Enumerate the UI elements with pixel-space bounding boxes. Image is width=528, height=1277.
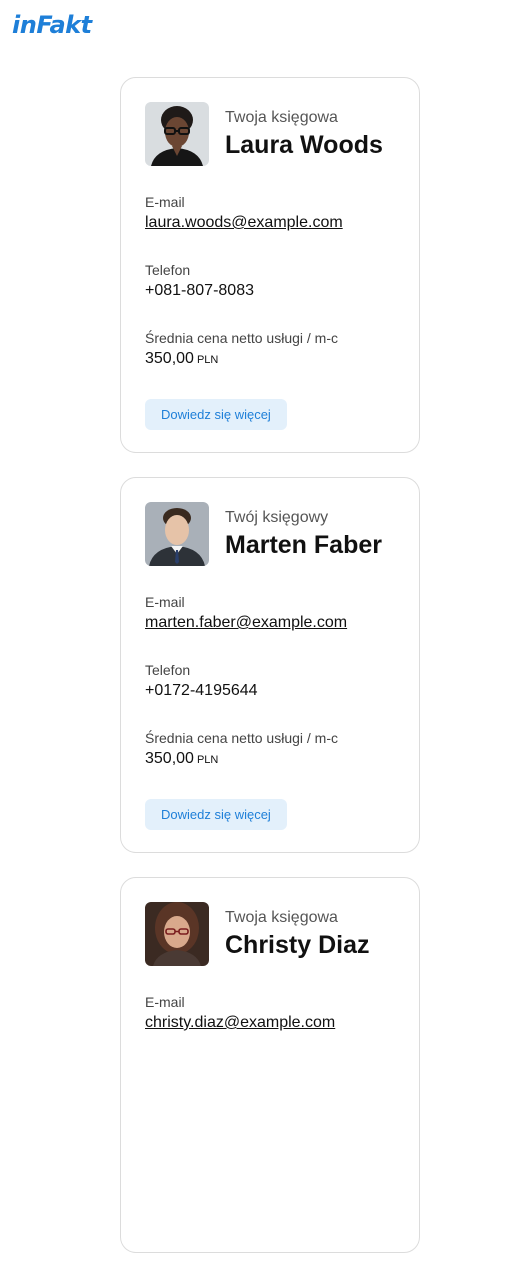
price-currency: PLN [196, 354, 219, 366]
learn-more-button[interactable]: Dowiedz się więcej [145, 799, 287, 830]
email-link[interactable]: marten.faber@example.com [145, 612, 395, 634]
email-field: E-mail christy.diaz@example.com [145, 992, 395, 1034]
accountant-name: Christy Diaz [225, 931, 370, 959]
accountant-role: Twój księgowy [225, 509, 329, 526]
price-label: Średnia cena netto usługi / m-c [145, 730, 338, 746]
card-header: Twoja księgowa Laura Woods [145, 102, 395, 166]
accountant-card-list: Twoja księgowa Laura Woods E-mail laura.… [120, 77, 420, 1277]
learn-more-button[interactable]: Dowiedz się więcej [145, 399, 287, 430]
phone-value: +081-807-8083 [145, 282, 254, 299]
avatar [145, 502, 209, 566]
accountant-name: Marten Faber [225, 531, 382, 559]
phone-label: Telefon [145, 662, 191, 678]
avatar [145, 902, 209, 966]
phone-value: +0172-4195644 [145, 682, 258, 699]
phone-label: Telefon [145, 262, 191, 278]
woman-brown-hair-avatar-icon [145, 902, 209, 966]
price-field: Średnia cena netto usługi / m-c 350,00 PL… [145, 328, 395, 371]
email-link[interactable]: christy.diaz@example.com [145, 1012, 395, 1034]
accountant-card: Twoja księgowa Christy Diaz E-mail chris… [120, 877, 420, 1253]
price-value-row: 350,00 PLN [145, 348, 395, 371]
accountant-name: Laura Woods [225, 131, 383, 159]
woman-glasses-avatar-icon [145, 102, 209, 166]
card-header-text: Twój księgowy Marten Faber [225, 508, 382, 560]
price-label: Średnia cena netto usługi / m-c [145, 330, 338, 346]
price-value: 350,00 [145, 350, 194, 367]
price-value-row: 350,00 PLN [145, 748, 395, 771]
price-value: 350,00 [145, 750, 194, 767]
man-suit-avatar-icon [145, 502, 209, 566]
accountant-role: Twoja księgowa [225, 909, 338, 926]
accountant-card: Twój księgowy Marten Faber E-mail marten… [120, 477, 420, 853]
accountant-role: Twoja księgowa [225, 109, 338, 126]
accountant-card: Twoja księgowa Laura Woods E-mail laura.… [120, 77, 420, 453]
infakt-logo[interactable]: inFakt [12, 10, 92, 40]
email-field: E-mail laura.woods@example.com [145, 192, 395, 234]
email-field: E-mail marten.faber@example.com [145, 592, 395, 634]
phone-field: Telefon +081-807-8083 [145, 260, 395, 302]
email-link[interactable]: laura.woods@example.com [145, 212, 395, 234]
price-field: Średnia cena netto usługi / m-c 350,00 PL… [145, 728, 395, 771]
phone-field: Telefon +0172-4195644 [145, 660, 395, 702]
price-currency: PLN [196, 754, 219, 766]
card-header: Twój księgowy Marten Faber [145, 502, 395, 566]
card-header: Twoja księgowa Christy Diaz [145, 902, 395, 966]
email-label: E-mail [145, 994, 185, 1010]
email-label: E-mail [145, 194, 185, 210]
email-label: E-mail [145, 594, 185, 610]
avatar [145, 102, 209, 166]
card-header-text: Twoja księgowa Christy Diaz [225, 908, 369, 960]
card-header-text: Twoja księgowa Laura Woods [225, 108, 383, 160]
